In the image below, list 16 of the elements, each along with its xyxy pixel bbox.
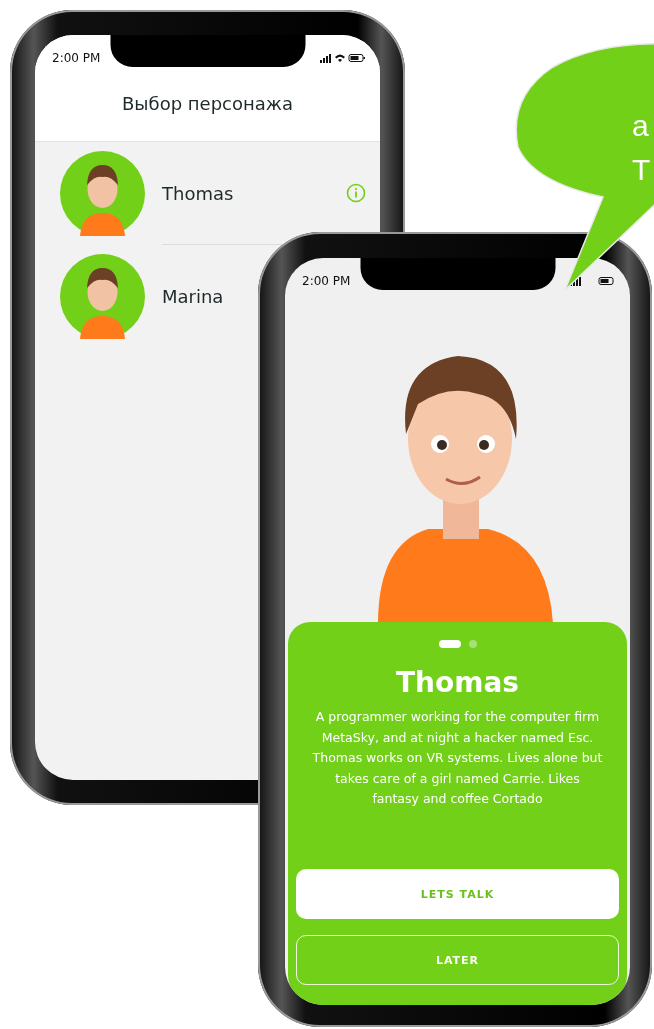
status-icons [570,276,616,286]
character-description: A programmer working for the computer firm MetaSky, and at night a hacker named Esc. Thomas works on VR systems. Lives alone but takes care of a girl named Carrie. Likes fantasy and coffee Cortado [312,708,603,808]
status-time: 2:00 PM [52,51,101,65]
character-name[interactable]: Thomas [162,182,234,204]
avatar-icon [60,254,145,339]
status-time: 2:00 PM [302,274,351,288]
character-name[interactable]: Marina [162,286,224,307]
bubble-text: a [632,108,650,144]
page-indicator[interactable] [438,640,461,648]
screen-title: Выбор персонажа [120,93,294,114]
bubble-text: T [632,152,651,188]
avatar-icon [60,151,145,236]
status-icons [320,53,366,63]
info-icon[interactable] [346,183,366,203]
character-name: Thomas [396,666,519,699]
page-indicator[interactable] [468,640,477,648]
